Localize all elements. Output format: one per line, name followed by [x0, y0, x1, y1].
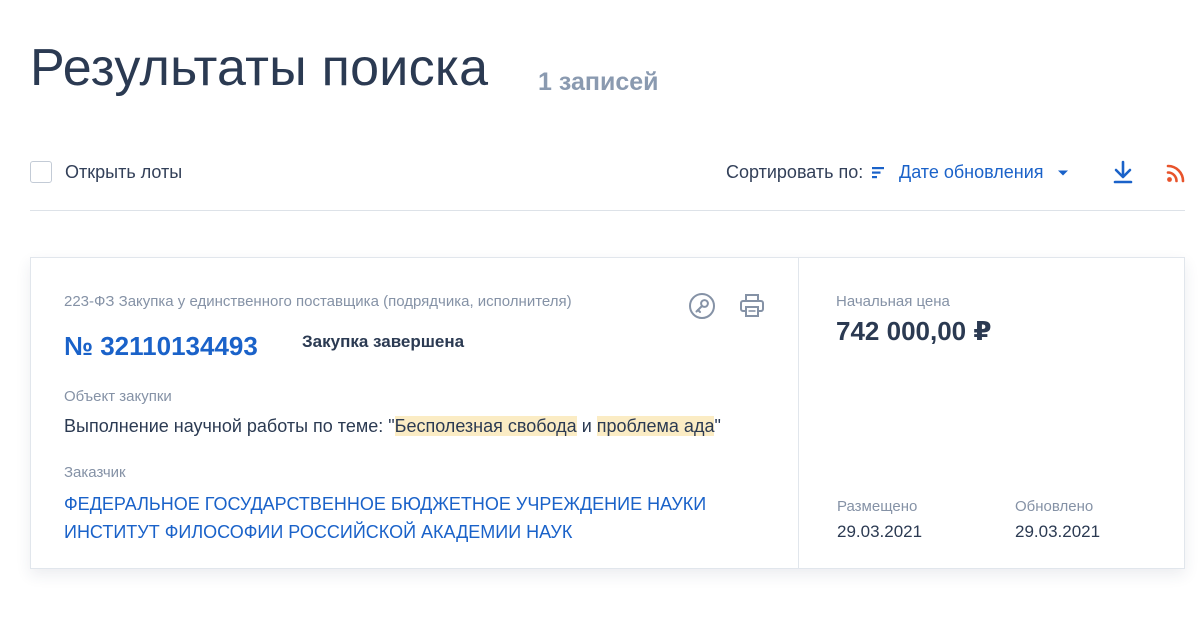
subject-label: Объект закупки: [64, 388, 172, 405]
updated-date: 29.03.2021: [1015, 522, 1101, 541]
results-toolbar: Открыть лоты Сортировать по: Дате обновл…: [30, 158, 1185, 188]
results-count: 1 записей: [538, 68, 659, 96]
page-title: Результаты поиска: [30, 39, 489, 97]
download-icon[interactable]: [1112, 160, 1134, 184]
result-card: 223-ФЗ Закупка у единственного поставщик…: [30, 257, 1185, 569]
search-highlight: Бесполезная свобода: [394, 416, 577, 436]
result-card-sidebar: Начальная цена 742 000,00 ₽ Размещено 29…: [800, 258, 1184, 568]
search-highlight: проблема ада: [596, 416, 715, 436]
customer-label: Заказчик: [64, 464, 126, 481]
open-lots-checkbox[interactable]: [30, 161, 52, 183]
registry-number-link[interactable]: № 32110134493: [64, 331, 258, 362]
key-icon[interactable]: [688, 292, 716, 320]
customer-link[interactable]: ФЕДЕРАЛЬНОЕ ГОСУДАРСТВЕННОЕ БЮДЖЕТНОЕ УЧ…: [64, 490, 764, 546]
result-card-main: 223-ФЗ Закупка у единственного поставщик…: [31, 258, 799, 568]
open-lots-label[interactable]: Открыть лоты: [65, 162, 182, 183]
posted-date: 29.03.2021: [837, 522, 923, 541]
chevron-down-icon[interactable]: [1056, 166, 1070, 180]
sort-label: Сортировать по:: [726, 162, 864, 182]
status-badge: Закупка завершена: [302, 332, 465, 351]
rss-icon[interactable]: [1166, 163, 1186, 183]
print-icon[interactable]: [738, 292, 766, 320]
price-value: 742 000,00 ₽: [836, 316, 992, 346]
sort-icon[interactable]: [872, 166, 884, 179]
updated-label: Обновлено: [1015, 498, 1094, 515]
price-label: Начальная цена: [836, 293, 950, 310]
posted-label: Размещено: [837, 498, 918, 515]
toolbar-divider: [30, 210, 1185, 211]
subject-text: Выполнение научной работы по теме: "Бесп…: [64, 416, 721, 436]
sort-dropdown[interactable]: Дате обновления: [899, 162, 1044, 183]
law-type: 223-ФЗ Закупка у единственного поставщик…: [64, 293, 572, 310]
